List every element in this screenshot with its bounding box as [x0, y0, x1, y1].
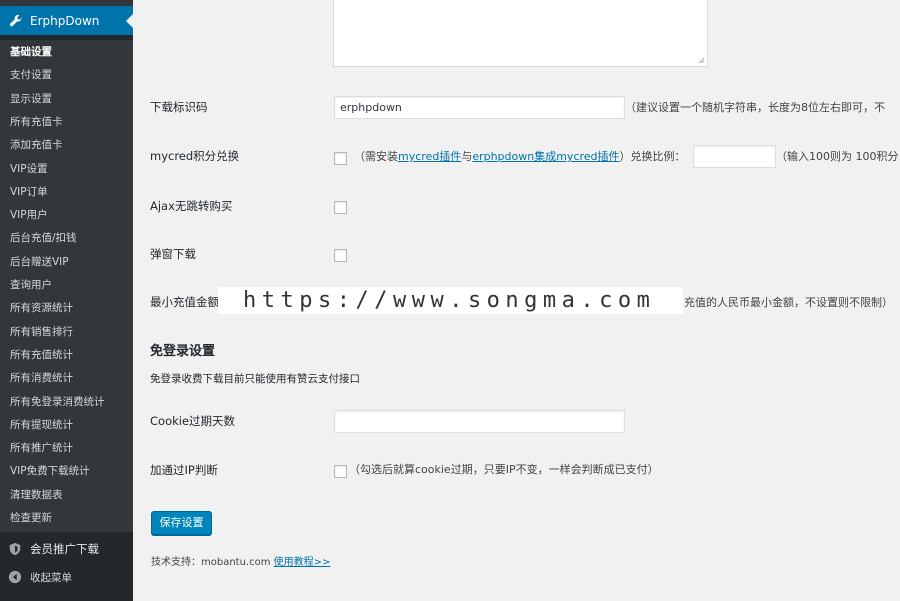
download-code-label: 下载标识码 [150, 100, 208, 114]
menu-item-erphpdown[interactable]: ErphpDown [0, 6, 133, 35]
mycred-ratio-hint: （输入100则为 100积分 = [776, 150, 900, 163]
mycred-hint: （需安装mycred插件与erphpdown集成mycred插件）兑换比例： [354, 149, 686, 165]
erphpdown-submenu: 基础设置支付设置显示设置所有充值卡添加充值卡 VIP设置 VIP订单 VIP用户后台充… [0, 40, 133, 532]
current-menu-arrow [126, 14, 133, 28]
submenu-item[interactable]: 查询用户 [10, 278, 52, 292]
wrench-icon [9, 14, 22, 26]
submenu-item[interactable]: 后台充值/扣钱 [10, 231, 77, 245]
tutorial-link[interactable]: 使用教程>> [274, 557, 331, 568]
admin-sidebar: ErphpDown 基础设置支付设置显示设置所有充值卡添加充值卡 VIP设置 VIP… [0, 0, 133, 601]
download-code-hint: （建议设置一个随机字符串，长度为8位左右即可，不 [625, 101, 885, 114]
watermark-text: https://www.songma.com [218, 287, 683, 314]
submenu-item[interactable]: 所有充值统计 [10, 348, 73, 362]
free-login-description: 免登录收费下载目前只能使用有赞云支付接口 [150, 373, 360, 385]
ajax-label: Ajax无跳转购买 [150, 199, 233, 213]
tech-support: 技术支持：mobantu.com 使用教程>> [151, 555, 330, 571]
menu-item-affiliate[interactable]: 会员推广下载 [0, 537, 133, 561]
popup-label: 弹窗下载 [150, 247, 196, 261]
min-recharge-label: 最小充值金额 [150, 295, 219, 309]
cookie-days-label: Cookie过期天数 [150, 414, 236, 428]
menu-item-label: ErphpDown [30, 13, 100, 28]
ip-check-label: 加通过IP判断 [150, 463, 218, 477]
submenu-item[interactable]: 所有销售排行 [10, 325, 73, 339]
ip-check-checkbox[interactable] [334, 465, 347, 478]
submenu-item[interactable]: 清理数据表 [10, 488, 63, 502]
tech-support-text: 技术支持：mobantu.com [151, 557, 271, 568]
submenu-item[interactable]: 所有消费统计 [10, 371, 73, 385]
ajax-checkbox[interactable] [334, 201, 347, 214]
settings-page: 下载标识码 （建议设置一个随机字符串，长度为8位左右即可，不 mycred积分兑… [133, 0, 900, 601]
min-recharge-hint: 充值的人民币最小金额，不设置则不限制） [684, 296, 893, 309]
ip-check-hint: （勾选后就算cookie过期，只要IP不变，一样会判断成已支付） [349, 463, 659, 476]
mycred-hint-prefix: （需安装 [354, 150, 398, 163]
submenu-item[interactable]: 所有提现统计 [10, 418, 73, 432]
submenu-item[interactable]: VIP订单 [10, 185, 48, 199]
submenu-item[interactable]: 所有推广统计 [10, 441, 73, 455]
submenu-item[interactable]: 支付设置 [10, 68, 52, 82]
submenu-item[interactable]: 后台赠送VIP [10, 255, 69, 269]
field-label-partial [150, 0, 154, 6]
settings-textarea[interactable] [333, 0, 708, 67]
menu-item-label: 会员推广下载 [30, 542, 99, 556]
popup-checkbox[interactable] [334, 249, 347, 262]
mycred-label: mycred积分兑换 [150, 149, 240, 163]
mycred-ratio-input[interactable] [693, 145, 776, 168]
menu-item-label: 收起菜单 [30, 571, 72, 584]
erphpdown-mycred-link[interactable]: erphpdown集成mycred插件 [472, 150, 619, 163]
submenu-item[interactable]: 添加充值卡 [10, 138, 63, 152]
submenu-item[interactable]: 基础设置 [10, 45, 52, 59]
cookie-days-input[interactable] [334, 410, 625, 433]
submenu-item[interactable]: 所有资源统计 [10, 301, 73, 315]
submenu-item[interactable]: 所有免登录消费统计 [10, 395, 105, 409]
mycred-hint-mid: 与 [461, 150, 473, 163]
submenu-item[interactable]: 检查更新 [10, 511, 52, 525]
collapse-arrow-icon [8, 570, 22, 584]
download-code-input[interactable] [334, 96, 625, 119]
section-title-free-login: 免登录设置 [150, 344, 216, 359]
mycred-checkbox[interactable] [334, 152, 347, 165]
submenu-item[interactable]: VIP免费下载统计 [10, 464, 90, 478]
shield-icon [9, 542, 21, 556]
submenu-item[interactable]: 所有充值卡 [10, 115, 63, 129]
resize-grip-icon [698, 57, 705, 64]
submenu-item[interactable]: VIP设置 [10, 162, 48, 176]
mycred-plugin-link[interactable]: mycred插件 [398, 150, 461, 163]
save-settings-button[interactable]: 保存设置 [151, 511, 212, 535]
collapse-menu-button[interactable]: 收起菜单 [0, 565, 133, 589]
submenu-item[interactable]: VIP用户 [10, 208, 48, 222]
submenu-item[interactable]: 显示设置 [10, 92, 52, 106]
mycred-hint-suffix: ）兑换比例： [619, 150, 686, 163]
